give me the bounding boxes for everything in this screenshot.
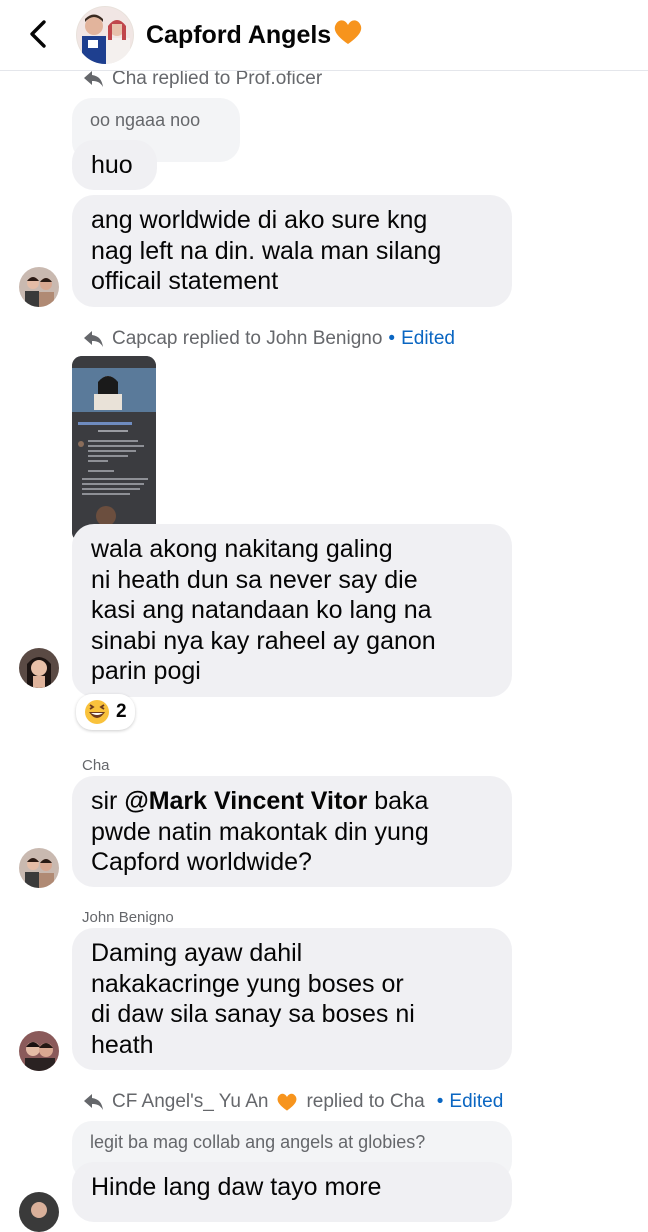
message-bubble[interactable]: wala akong nakitang galing ni heath dun … bbox=[72, 524, 512, 697]
reaction-count: 2 bbox=[116, 701, 127, 722]
message-bubble[interactable]: huo bbox=[72, 140, 157, 190]
group-title[interactable]: Capford Angels bbox=[146, 18, 363, 50]
edited-label: Edited bbox=[437, 1091, 503, 1113]
avatar[interactable] bbox=[19, 267, 59, 307]
back-button[interactable] bbox=[22, 14, 54, 54]
message-bubble[interactable]: Hinde lang daw tayo more bbox=[72, 1162, 512, 1222]
sender-name: John Benigno bbox=[82, 909, 174, 926]
message-bubble[interactable]: Daming ayaw dahil nakakacringe yung bose… bbox=[72, 928, 512, 1070]
laughing-emoji-icon bbox=[85, 700, 109, 724]
chat-header: Capford Angels bbox=[0, 0, 648, 71]
reply-arrow-icon bbox=[84, 1094, 103, 1110]
reply-context: CF Angel's_ Yu An replied to Cha Edited bbox=[84, 1091, 503, 1113]
reply-context: Capcap replied to John Benigno Edited bbox=[84, 328, 455, 350]
orange-heart-icon bbox=[334, 20, 362, 44]
orange-heart-icon bbox=[278, 1093, 297, 1111]
mention[interactable]: @Mark Vincent Vitor bbox=[124, 787, 367, 815]
group-avatar[interactable] bbox=[76, 6, 134, 64]
back-chevron-icon bbox=[30, 20, 46, 48]
reply-arrow-icon bbox=[84, 331, 103, 347]
reply-context: Cha replied to Prof.oficer bbox=[84, 68, 322, 90]
message-bubble[interactable]: sir @Mark Vincent Vitor baka pwde natin … bbox=[72, 776, 512, 887]
quoted-screenshot-thumbnail[interactable] bbox=[72, 356, 156, 542]
edited-label: Edited bbox=[388, 328, 455, 350]
avatar[interactable] bbox=[19, 848, 59, 888]
sender-name: Cha bbox=[82, 757, 110, 774]
avatar[interactable] bbox=[19, 1192, 59, 1232]
reply-arrow-icon bbox=[84, 71, 103, 87]
avatar[interactable] bbox=[19, 648, 59, 688]
reaction-badge[interactable]: 2 bbox=[76, 694, 135, 730]
avatar[interactable] bbox=[19, 1031, 59, 1071]
message-bubble[interactable]: ang worldwide di ako sure kng nag left n… bbox=[72, 195, 512, 307]
